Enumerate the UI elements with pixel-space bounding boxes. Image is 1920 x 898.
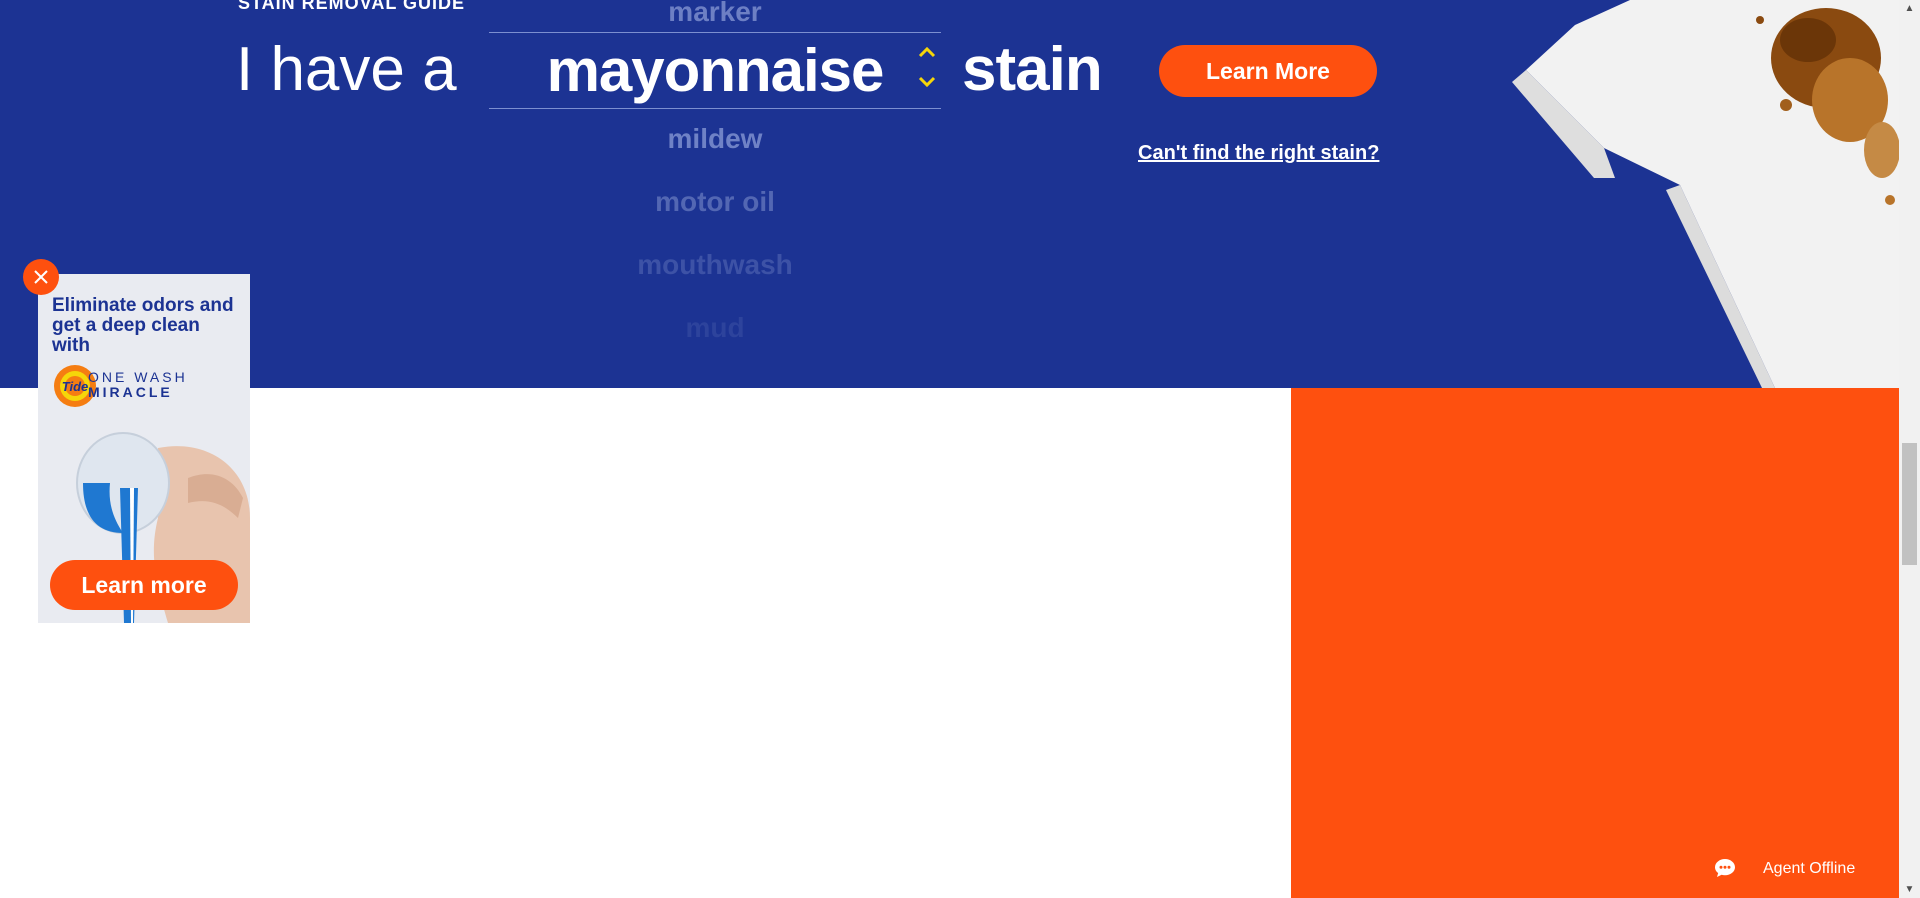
stain-guide-hero: STAIN REMOVAL GUIDE I have a marker mayo… <box>0 0 1899 388</box>
stain-option[interactable]: mildew <box>489 122 941 156</box>
chat-bubble-icon <box>1715 859 1735 877</box>
promo-panel <box>1291 388 1899 898</box>
ad-brand-line: MIRACLE <box>88 384 173 400</box>
learn-more-button[interactable]: Learn More <box>1159 45 1377 97</box>
close-icon[interactable] <box>23 259 59 295</box>
scroll-down-arrow-icon[interactable]: ▼ <box>1899 881 1920 898</box>
stain-option[interactable]: mud <box>489 311 941 345</box>
stained-shirt-image <box>1512 0 1899 388</box>
chevron-up-icon[interactable] <box>912 40 942 62</box>
scroll-up-arrow-icon[interactable]: ▲ <box>1899 0 1920 17</box>
stain-option[interactable]: mouthwash <box>489 248 941 282</box>
scroll-thumb[interactable] <box>1902 443 1917 565</box>
ad-brand-line: ONE WASH <box>88 369 188 385</box>
cant-find-stain-link[interactable]: Can't find the right stain? <box>1138 142 1398 165</box>
ad-headline: Eliminate odors and get a deep clean wit… <box>52 295 234 356</box>
stain-picker-selected[interactable]: mayonnaise <box>489 37 941 105</box>
stain-option[interactable]: marker <box>489 0 941 29</box>
stain-option[interactable]: motor oil <box>489 185 941 219</box>
tide-logo-text: Tide <box>62 379 89 394</box>
chat-widget[interactable]: Agent Offline <box>1700 840 1884 898</box>
tide-ad[interactable]: Eliminate odors and get a deep clean wit… <box>38 274 250 623</box>
stain-word: stain <box>962 35 1103 104</box>
chat-status-label: Agent Offline <box>1763 860 1856 877</box>
section-eyebrow: STAIN REMOVAL GUIDE <box>238 0 466 13</box>
stain-picker[interactable]: mayonnaise <box>489 32 941 109</box>
ad-learn-more-button[interactable]: Learn more <box>50 560 238 610</box>
stain-sentence-lead: I have a <box>236 35 457 104</box>
page-scrollbar[interactable]: ▲ ▼ <box>1899 0 1920 898</box>
chevron-down-icon[interactable] <box>912 70 942 92</box>
